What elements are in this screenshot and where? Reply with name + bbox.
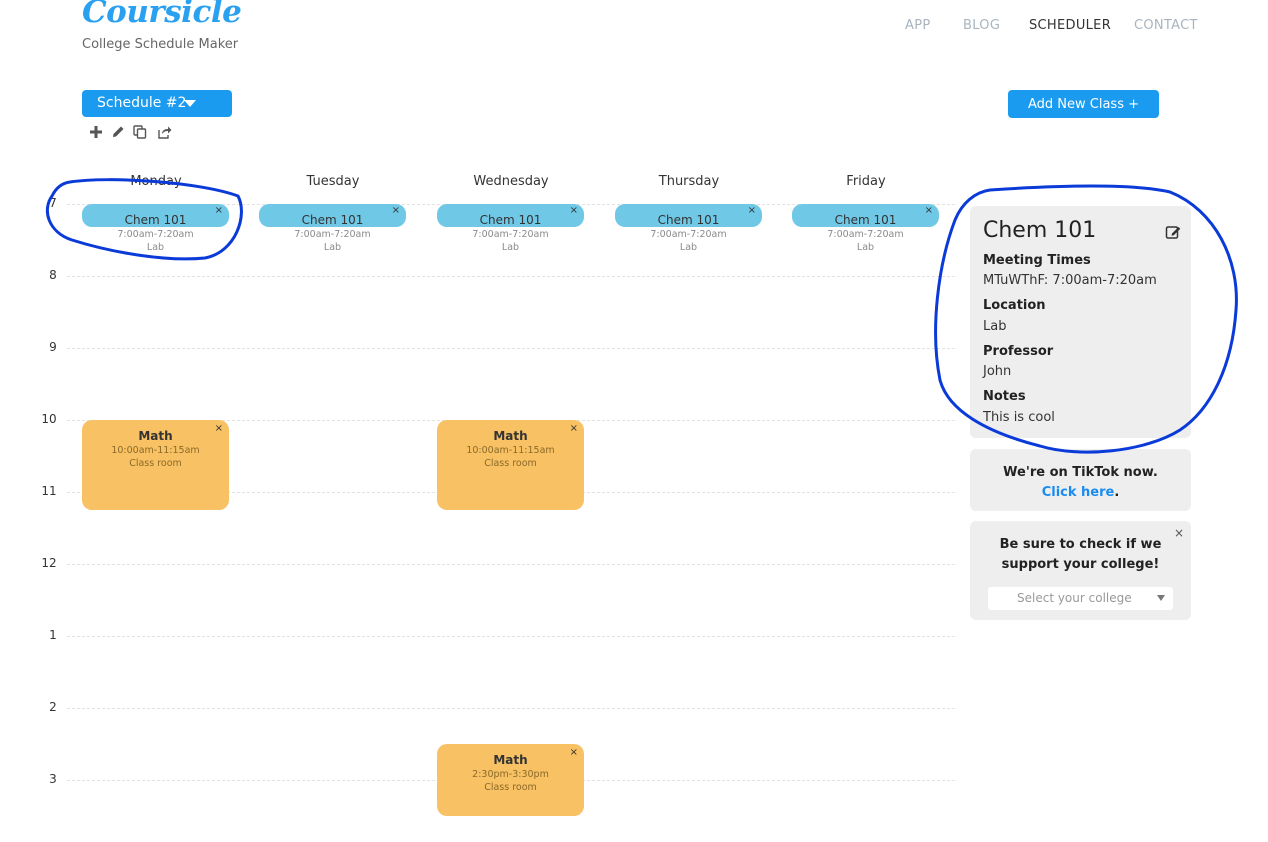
chevron-down-icon [1157,595,1165,601]
professor-label: Professor [983,344,1054,359]
event-time: 7:00am-7:20am [294,229,371,240]
add-new-class-button[interactable]: Add New Class + [1008,90,1159,118]
event-location: Class room [484,782,537,793]
nav-app[interactable]: APP [905,18,930,33]
coursicle-logo[interactable]: Coursicle [82,0,242,30]
event-time: 10:00am-11:15am [111,445,200,456]
event-title: Chem 101 [479,213,542,227]
hour-label: 8 [49,268,57,282]
hour-label: 2 [49,700,57,714]
event-location: Lab [501,242,520,253]
professor-value: John [983,364,1012,379]
event-chem101-wednesday[interactable]: Chem 101 × [437,204,584,227]
event-math-monday[interactable]: Math 10:00am-11:15am Class room × [82,420,229,510]
event-chem101-friday[interactable]: Chem 101 × [792,204,939,227]
event-location: Class room [484,458,537,469]
tiktok-panel [970,449,1191,511]
schedule-dropdown-label: Schedule #2 [97,95,187,111]
tiktok-period: . [1114,485,1120,500]
event-chem101-tuesday[interactable]: Chem 101 × [259,204,406,227]
share-icon[interactable] [156,124,172,140]
hour-label: 1 [49,628,57,642]
hour-label: 11 [41,484,57,498]
event-title: Chem 101 [301,213,364,227]
event-title: Chem 101 [124,213,187,227]
close-icon[interactable]: × [570,747,578,758]
notes-value: This is cool [983,410,1055,425]
class-details-title: Chem 101 [983,218,1097,243]
hour-gridline [67,636,955,637]
nav-contact[interactable]: CONTACT [1134,18,1198,33]
notes-label: Notes [983,389,1026,404]
plus-icon[interactable] [88,124,104,140]
event-location: Lab [146,242,165,253]
day-header-tuesday: Tuesday [306,174,360,189]
day-header-friday: Friday [846,174,886,189]
event-location: Class room [129,458,182,469]
edit-icon[interactable] [1165,224,1181,240]
event-title: Chem 101 [657,213,720,227]
day-header-monday: Monday [130,174,182,189]
event-time: 7:00am-7:20am [827,229,904,240]
location-label: Location [983,298,1046,313]
close-icon[interactable]: × [570,205,578,216]
event-chem101-thursday[interactable]: Chem 101 × [615,204,762,227]
event-time: 10:00am-11:15am [466,445,555,456]
event-time: 7:00am-7:20am [650,229,727,240]
tiktok-link-line: Click here. [970,485,1191,500]
close-icon[interactable]: × [392,205,400,216]
event-title: Chem 101 [834,213,897,227]
day-header-thursday: Thursday [658,174,720,189]
close-icon[interactable]: × [215,423,223,434]
close-icon[interactable]: × [748,205,756,216]
pencil-icon[interactable] [110,124,126,140]
schedule-dropdown-button[interactable]: Schedule #2 [82,90,232,117]
hour-gridline [67,276,955,277]
event-time: 2:30pm-3:30pm [472,769,549,780]
event-time: 7:00am-7:20am [117,229,194,240]
day-header-wednesday: Wednesday [473,174,549,189]
event-math-wednesday-afternoon[interactable]: Math 2:30pm-3:30pm Class room × [437,744,584,816]
event-location: Lab [856,242,875,253]
close-icon[interactable]: × [925,205,933,216]
close-icon[interactable]: × [215,205,223,216]
caret-down-icon [184,100,196,107]
event-title: Math [493,753,528,767]
hour-gridline [67,564,955,565]
tiktok-message: We're on TikTok now. [1003,465,1158,480]
hour-label: 3 [49,772,57,786]
hour-label: 12 [41,556,57,570]
event-location: Lab [679,242,698,253]
hour-label: 9 [49,340,57,354]
college-select-placeholder: Select your college [1017,591,1132,605]
event-location: Lab [323,242,342,253]
hour-gridline [67,348,955,349]
hour-label: 7 [49,196,57,210]
event-time: 7:00am-7:20am [472,229,549,240]
nav-blog[interactable]: BLOG [963,18,1000,33]
hour-gridline [67,708,955,709]
college-message-line2: support your college! [1001,557,1160,572]
meeting-times-label: Meeting Times [983,253,1091,268]
location-value: Lab [983,319,1007,334]
close-icon[interactable]: × [570,423,578,434]
nav-scheduler[interactable]: SCHEDULER [1029,18,1111,33]
event-title: Math [493,429,528,443]
tiktok-link[interactable]: Click here [1042,485,1115,500]
college-message-line1: Be sure to check if we [999,537,1162,552]
event-title: Math [138,429,173,443]
copy-icon[interactable] [132,124,148,140]
tagline: College Schedule Maker [82,37,239,52]
event-math-wednesday[interactable]: Math 10:00am-11:15am Class room × [437,420,584,510]
college-select[interactable]: Select your college [988,587,1173,610]
meeting-times-value: MTuWThF: 7:00am-7:20am [983,273,1157,288]
event-chem101-monday[interactable]: Chem 101 × [82,204,229,227]
hour-label: 10 [41,412,57,426]
